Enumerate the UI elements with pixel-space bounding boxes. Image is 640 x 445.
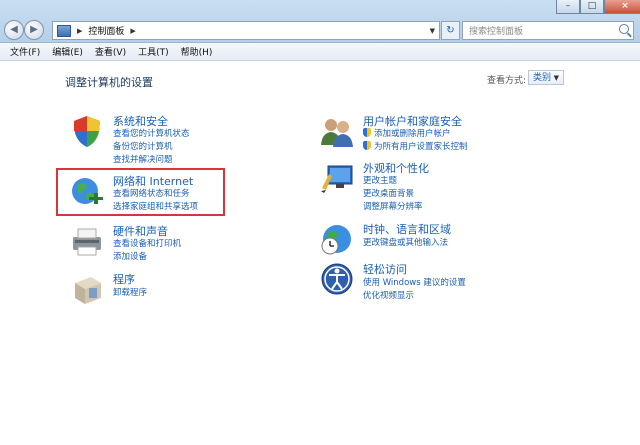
programs-box-icon (75, 277, 101, 304)
page-title: 调整计算机的设置 (65, 76, 153, 89)
uac-shield-icon (363, 141, 371, 150)
chevron-right-icon[interactable]: ▶ (130, 27, 135, 35)
uac-shield-icon (363, 128, 371, 137)
category-title-programs[interactable]: 程序 (113, 271, 135, 287)
category-clock-language-region: 时钟、语言和区域 更改键盘或其他输入法 (319, 221, 549, 261)
chevron-down-icon[interactable]: ▼ (430, 27, 435, 35)
category-appearance: 外观和个性化 更改主题 更改桌面背景 调整屏幕分辨率 (319, 160, 549, 212)
category-ease-of-access: 轻松访问 使用 Windows 建议的设置 优化视频显示 (319, 261, 549, 301)
highlight-box (56, 168, 225, 216)
link-uninstall-program[interactable]: 卸载程序 (113, 286, 147, 298)
link-desktop-background[interactable]: 更改桌面背景 (363, 187, 414, 199)
category-hardware-sound: 硬件和声音 查看设备和打印机 添加设备 (69, 223, 269, 263)
title-bar: – □ × ◀ ▶ ▶ 控制面板 ▶ ▼ ↻ 搜索控制面板 (0, 0, 640, 43)
chevron-down-icon: ▼ (553, 74, 559, 82)
close-button[interactable]: × (604, 0, 640, 14)
back-button[interactable]: ◀ (4, 20, 24, 40)
link-add-remove-users[interactable]: 添加或删除用户帐户 (363, 127, 451, 139)
view-by-select[interactable]: 类别 ▼ (528, 70, 564, 85)
category-programs: 程序 卸载程序 (69, 271, 269, 311)
clock-globe-icon (321, 225, 351, 255)
main-content: 调整计算机的设置 查看方式: 类别 ▼ 系统和安全 查看您的计算机状态 备份您的… (0, 61, 640, 445)
menu-bar: 文件(F) 编辑(E) 查看(V) 工具(T) 帮助(H) (0, 43, 640, 61)
search-placeholder: 搜索控制面板 (469, 27, 524, 37)
category-title-clock-language[interactable]: 时钟、语言和区域 (363, 221, 451, 237)
menu-view[interactable]: 查看(V) (95, 45, 126, 58)
category-user-accounts: 用户帐户和家庭安全 添加或删除用户帐户 为所有用户设置家长控制 (319, 113, 549, 153)
link-label: 添加或删除用户帐户 (374, 129, 451, 139)
link-change-keyboard[interactable]: 更改键盘或其他输入法 (363, 236, 448, 248)
search-icon[interactable] (619, 24, 629, 34)
ease-of-access-icon (321, 263, 353, 295)
link-windows-recommended[interactable]: 使用 Windows 建议的设置 (363, 276, 466, 288)
breadcrumb-control-panel[interactable]: 控制面板 (88, 24, 124, 37)
maximize-button[interactable]: □ (580, 0, 604, 14)
search-input[interactable]: 搜索控制面板 (462, 21, 634, 40)
minimize-button[interactable]: – (556, 0, 580, 14)
link-parental-controls[interactable]: 为所有用户设置家长控制 (363, 140, 468, 152)
menu-edit[interactable]: 编辑(E) (52, 45, 83, 58)
control-panel-icon (57, 24, 71, 37)
link-label: 为所有用户设置家长控制 (374, 142, 468, 152)
category-system-security: 系统和安全 查看您的计算机状态 备份您的计算机 查找并解决问题 (69, 113, 269, 165)
view-by-value: 类别 (533, 73, 552, 83)
window-controls: – □ × (556, 0, 640, 14)
view-by-label: 查看方式: (487, 76, 527, 86)
link-backup-computer[interactable]: 备份您的计算机 (113, 140, 173, 152)
link-view-computer-status[interactable]: 查看您的计算机状态 (113, 127, 190, 139)
link-find-fix-problems[interactable]: 查找并解决问题 (113, 153, 173, 165)
category-title-ease-of-access[interactable]: 轻松访问 (363, 261, 407, 277)
users-icon (321, 119, 353, 147)
printer-icon (73, 228, 101, 256)
link-screen-resolution[interactable]: 调整屏幕分辨率 (363, 200, 423, 212)
link-change-theme[interactable]: 更改主题 (363, 174, 397, 186)
refresh-button[interactable]: ↻ (441, 21, 460, 40)
link-devices-printers[interactable]: 查看设备和打印机 (113, 237, 181, 249)
forward-button[interactable]: ▶ (24, 20, 44, 40)
link-optimize-display[interactable]: 优化视频显示 (363, 289, 414, 301)
menu-help[interactable]: 帮助(H) (181, 45, 213, 58)
appearance-monitor-icon (321, 165, 353, 193)
menu-file[interactable]: 文件(F) (10, 45, 40, 58)
address-bar[interactable]: ▶ 控制面板 ▶ ▼ (52, 21, 440, 40)
chevron-right-icon[interactable]: ▶ (77, 27, 82, 35)
link-add-device[interactable]: 添加设备 (113, 250, 147, 262)
menu-tools[interactable]: 工具(T) (138, 45, 169, 58)
security-shield-icon (74, 116, 100, 147)
